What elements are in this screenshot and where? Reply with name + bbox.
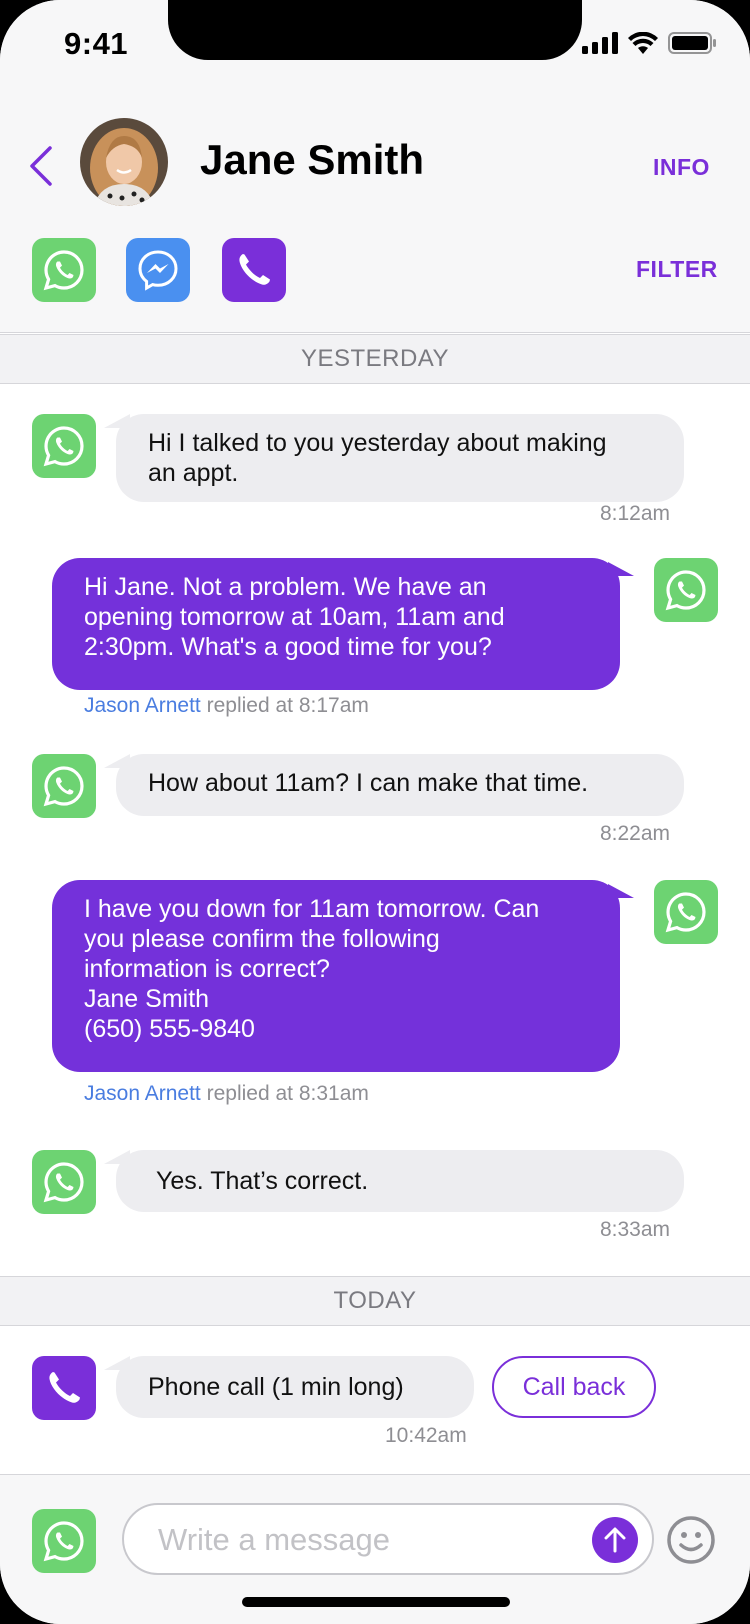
message-line: Hi I talked to you yesterday about makin…: [148, 429, 607, 457]
phone-icon: [239, 254, 270, 285]
contact-avatar[interactable]: [80, 118, 168, 206]
message-line: 2:30pm. What's a good time for you?: [84, 633, 492, 661]
message-line: Jane Smith: [84, 985, 210, 1013]
emoji-icon[interactable]: [666, 1515, 716, 1565]
messenger-icon: [138, 250, 178, 291]
filter-button[interactable]: FILTER: [636, 256, 718, 283]
message-composer: [0, 1474, 750, 1624]
whatsapp-icon: [43, 426, 84, 467]
call-channel-phone: [32, 1356, 96, 1420]
channel-whatsapp-button[interactable]: [32, 238, 96, 302]
message-channel-whatsapp: [32, 414, 96, 478]
date-separator-today: TODAY: [0, 1276, 750, 1326]
reply-time: replied at 8:31am: [206, 1082, 369, 1105]
composer-channel-whatsapp[interactable]: [32, 1509, 96, 1573]
message-bubble-incoming[interactable]: Yes. That’s correct.: [116, 1150, 684, 1212]
message-line: How about 11am? I can make that time.: [148, 769, 589, 797]
signal-icon: [582, 32, 618, 54]
message-bubble-incoming[interactable]: How about 11am? I can make that time.: [116, 754, 684, 816]
agent-name[interactable]: Jason Arnett: [84, 1082, 201, 1105]
call-log-text: Phone call (1 min long): [148, 1373, 404, 1401]
message-timestamp: 8:12am: [599, 502, 670, 525]
whatsapp-icon: [665, 892, 706, 933]
message-bubble-incoming[interactable]: Hi I talked to you yesterday about makin…: [116, 414, 684, 502]
send-button[interactable]: [592, 1517, 638, 1563]
call-timestamp: 10:42am: [385, 1424, 467, 1447]
message-line: an appt.: [148, 459, 239, 487]
message-line: (650) 555-9840: [84, 1015, 255, 1043]
phone-screen: 9:41 Jane Smith INFO FILTER YESTERDAY Hi…: [0, 0, 750, 1624]
bubble-tail: [608, 562, 634, 576]
message-line: information is correct?: [84, 955, 330, 983]
message-channel-whatsapp: [654, 880, 718, 944]
whatsapp-icon: [43, 1162, 84, 1203]
message-line: opening tomorrow at 10am, 11am and: [84, 603, 505, 631]
channel-messenger-button[interactable]: [126, 238, 190, 302]
message-line: you please confirm the following: [84, 925, 440, 953]
status-bar: 9:41: [0, 0, 750, 100]
bubble-tail: [608, 884, 634, 898]
status-time: 9:41: [64, 26, 129, 61]
phone-icon: [49, 1372, 80, 1403]
message-bubble-outgoing[interactable]: Hi Jane. Not a problem. We have an openi…: [52, 558, 620, 690]
whatsapp-icon: [43, 1521, 84, 1562]
date-separator-yesterday: YESTERDAY: [0, 334, 750, 384]
contact-name: Jane Smith: [200, 136, 425, 183]
message-timestamp: 8:33am: [599, 1218, 670, 1241]
info-button[interactable]: INFO: [653, 154, 710, 181]
whatsapp-icon: [665, 570, 706, 611]
whatsapp-icon: [43, 250, 84, 291]
wifi-icon: [628, 32, 658, 54]
message-line: Yes. That’s correct.: [156, 1167, 369, 1195]
message-line: Hi Jane. Not a problem. We have an: [84, 573, 487, 601]
call-log-bubble[interactable]: Phone call (1 min long): [116, 1356, 474, 1418]
message-channel-whatsapp: [32, 754, 96, 818]
status-icons: [582, 32, 716, 54]
battery-icon: [668, 32, 716, 54]
message-channel-whatsapp: [654, 558, 718, 622]
message-timestamp: 8:22am: [599, 822, 670, 845]
agent-name[interactable]: Jason Arnett: [84, 694, 201, 717]
conversation-header: Jane Smith INFO FILTER: [0, 100, 750, 333]
message-line: I have you down for 11am tomorrow. Can: [84, 895, 540, 923]
home-indicator[interactable]: [242, 1597, 510, 1607]
message-input-container: [122, 1503, 654, 1575]
reply-time: replied at 8:17am: [206, 694, 369, 717]
message-channel-whatsapp: [32, 1150, 96, 1214]
reply-info: Jason Arnett replied at 8:17am: [84, 694, 369, 718]
channel-phone-button[interactable]: [222, 238, 286, 302]
arrow-up-icon: [604, 1527, 626, 1553]
notch: [168, 0, 582, 60]
message-bubble-outgoing[interactable]: I have you down for 11am tomorrow. Can y…: [52, 880, 620, 1072]
message-input[interactable]: [156, 1517, 560, 1563]
whatsapp-icon: [43, 766, 84, 807]
back-chevron-icon[interactable]: [26, 144, 56, 188]
call-back-button[interactable]: Call back: [492, 1356, 656, 1418]
reply-info: Jason Arnett replied at 8:31am: [84, 1082, 369, 1106]
